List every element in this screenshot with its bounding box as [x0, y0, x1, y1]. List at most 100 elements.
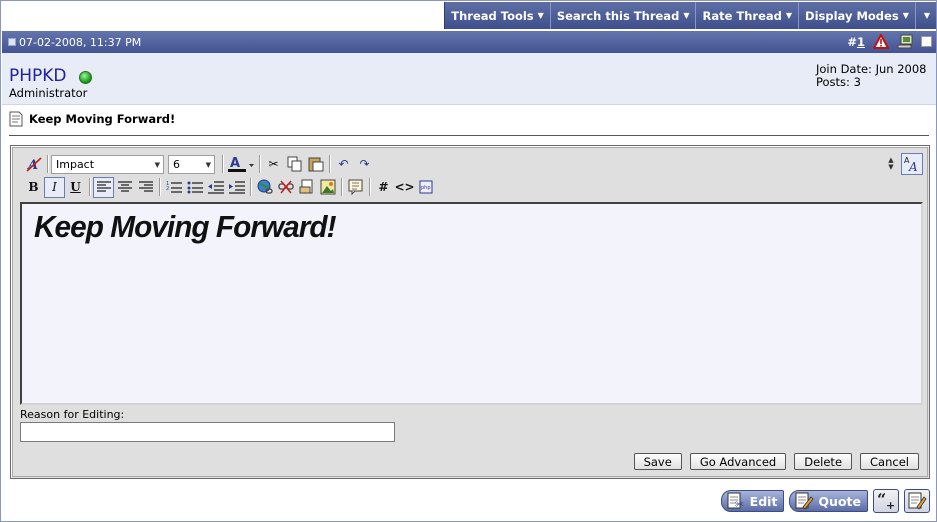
- email-icon: [299, 179, 312, 194]
- thread-tools-menu[interactable]: Thread Tools ▼: [445, 2, 551, 29]
- unordered-list-icon: [187, 181, 203, 194]
- report-post-icon[interactable]: [873, 34, 889, 49]
- copy-icon: [287, 156, 301, 172]
- underline-button[interactable]: U: [65, 177, 86, 198]
- post-date-text: 07-02-2008, 11:37 PM: [19, 35, 142, 49]
- reason-input[interactable]: [20, 422, 395, 442]
- search-thread-menu[interactable]: Search this Thread ▼: [551, 2, 697, 29]
- toolbar-separator: [259, 155, 260, 173]
- computer-icon[interactable]: [897, 34, 913, 49]
- post-count: Posts: 3: [816, 75, 861, 89]
- editor-content-text: Keep Moving Forward!: [34, 209, 337, 244]
- align-left-icon: [96, 181, 111, 192]
- bold-icon: B: [28, 180, 39, 194]
- post-status-icon: [8, 38, 16, 46]
- toolbar-separator: [89, 178, 90, 196]
- svg-text:php: php: [421, 185, 431, 191]
- chevron-down-icon: ▼: [205, 160, 211, 169]
- copy-button[interactable]: [284, 154, 305, 175]
- post-controls: ✂ Edit Quote “ +: [2, 481, 936, 521]
- delete-button[interactable]: Delete: [794, 453, 853, 470]
- quick-edit-editor: A Impact ▼ 6 ▼ A ✂: [10, 145, 930, 479]
- font-color-button[interactable]: A: [226, 154, 256, 175]
- user-role: Administrator: [9, 86, 88, 100]
- edit-button[interactable]: ✂ Edit: [720, 490, 785, 512]
- thread-tools-label: Thread Tools: [451, 8, 534, 23]
- toolbar-separator: [341, 178, 342, 196]
- rate-thread-label: Rate Thread: [702, 8, 782, 23]
- quote-button[interactable]: [345, 177, 366, 198]
- remove-link-button[interactable]: [275, 177, 296, 198]
- bold-button[interactable]: B: [23, 177, 44, 198]
- outdent-icon: [207, 181, 224, 194]
- cut-button[interactable]: ✂: [263, 154, 284, 175]
- quote-label: Quote: [818, 493, 861, 509]
- quick-reply-icon: [908, 492, 927, 510]
- collapse-menu-button[interactable]: ▼: [916, 2, 936, 29]
- align-right-button[interactable]: [135, 177, 156, 198]
- thread-tools-bar: Thread Tools ▼ Search this Thread ▼ Rate T…: [444, 2, 936, 29]
- go-advanced-button[interactable]: Go Advanced: [689, 453, 787, 470]
- wrap-code-hash-button[interactable]: #: [373, 177, 394, 198]
- svg-text:A: A: [230, 156, 240, 171]
- svg-text:A: A: [908, 160, 918, 173]
- editor-toolbar-right: ▲ ▼ A A: [885, 153, 923, 175]
- align-center-button[interactable]: [114, 177, 135, 198]
- hash-icon: #: [378, 180, 389, 194]
- italic-icon: I: [52, 180, 57, 194]
- chevron-down-icon: ▼: [785, 11, 793, 20]
- italic-button[interactable]: I: [44, 176, 65, 198]
- undo-icon: ↶: [338, 157, 349, 171]
- select-post-checkbox[interactable]: [921, 36, 932, 47]
- toolbar-separator: [222, 155, 223, 173]
- rate-thread-menu[interactable]: Rate Thread ▼: [696, 2, 800, 29]
- display-modes-menu[interactable]: Display Modes ▼: [799, 2, 916, 29]
- resize-arrows-icon[interactable]: ▲ ▼: [885, 157, 897, 171]
- remove-format-button[interactable]: A: [23, 154, 44, 175]
- outdent-button[interactable]: [205, 177, 226, 198]
- switch-editor-mode-button[interactable]: A A: [901, 153, 923, 175]
- unordered-list-button[interactable]: [184, 177, 205, 198]
- post-number-link[interactable]: #1: [847, 35, 865, 49]
- font-size-select[interactable]: 6 ▼: [168, 154, 215, 174]
- quote-reply-button[interactable]: Quote: [789, 490, 868, 512]
- editor-content-area[interactable]: Keep Moving Forward!: [20, 202, 923, 405]
- wrap-php-button[interactable]: php: [415, 177, 436, 198]
- chevron-down-icon: ▼: [154, 160, 160, 169]
- paste-button[interactable]: [305, 154, 326, 175]
- editor-toolbar-row-2: B I U 1 2 # <> php: [23, 176, 436, 198]
- cancel-button[interactable]: Cancel: [860, 453, 919, 470]
- indent-button[interactable]: [226, 177, 247, 198]
- save-button[interactable]: Save: [633, 453, 682, 470]
- insert-email-button[interactable]: [296, 177, 317, 198]
- username-link[interactable]: PHPKD: [9, 66, 67, 86]
- php-icon: php: [419, 180, 432, 194]
- display-modes-label: Display Modes: [805, 8, 899, 23]
- toolbar-separator: [250, 178, 251, 196]
- insert-image-button[interactable]: [317, 177, 338, 198]
- ordered-list-icon: 1 2: [166, 181, 182, 193]
- font-color-icon: A: [228, 156, 254, 172]
- insert-link-button[interactable]: [254, 177, 275, 198]
- ordered-list-button[interactable]: 1 2: [163, 177, 184, 198]
- multi-quote-icon: “ +: [877, 491, 895, 511]
- chevron-down-icon: ▼: [923, 11, 930, 20]
- undo-button[interactable]: ↶: [333, 154, 354, 175]
- post-frame: Thread Tools ▼ Search this Thread ▼ Rate T…: [0, 0, 937, 522]
- redo-button[interactable]: ↷: [354, 154, 375, 175]
- toolbar-separator: [329, 155, 330, 173]
- font-size-value: 6: [173, 157, 180, 171]
- chevron-down-icon: ▼: [902, 11, 909, 20]
- post-header-bar: 07-02-2008, 11:37 PM #1: [2, 31, 936, 53]
- font-name-value: Impact: [56, 157, 95, 171]
- indent-icon: [228, 181, 245, 194]
- user-info-panel: PHPKD Administrator Join Date: Jun 2008 …: [2, 53, 936, 105]
- multi-quote-button[interactable]: “ +: [873, 489, 899, 513]
- font-name-select[interactable]: Impact ▼: [51, 154, 164, 174]
- align-center-icon: [117, 181, 132, 192]
- post-title-row: Keep Moving Forward!: [9, 111, 175, 127]
- wrap-code-button[interactable]: <>: [394, 177, 415, 198]
- align-left-button[interactable]: [93, 176, 114, 198]
- quick-reply-button[interactable]: [904, 489, 930, 513]
- toolbar-separator: [369, 178, 370, 196]
